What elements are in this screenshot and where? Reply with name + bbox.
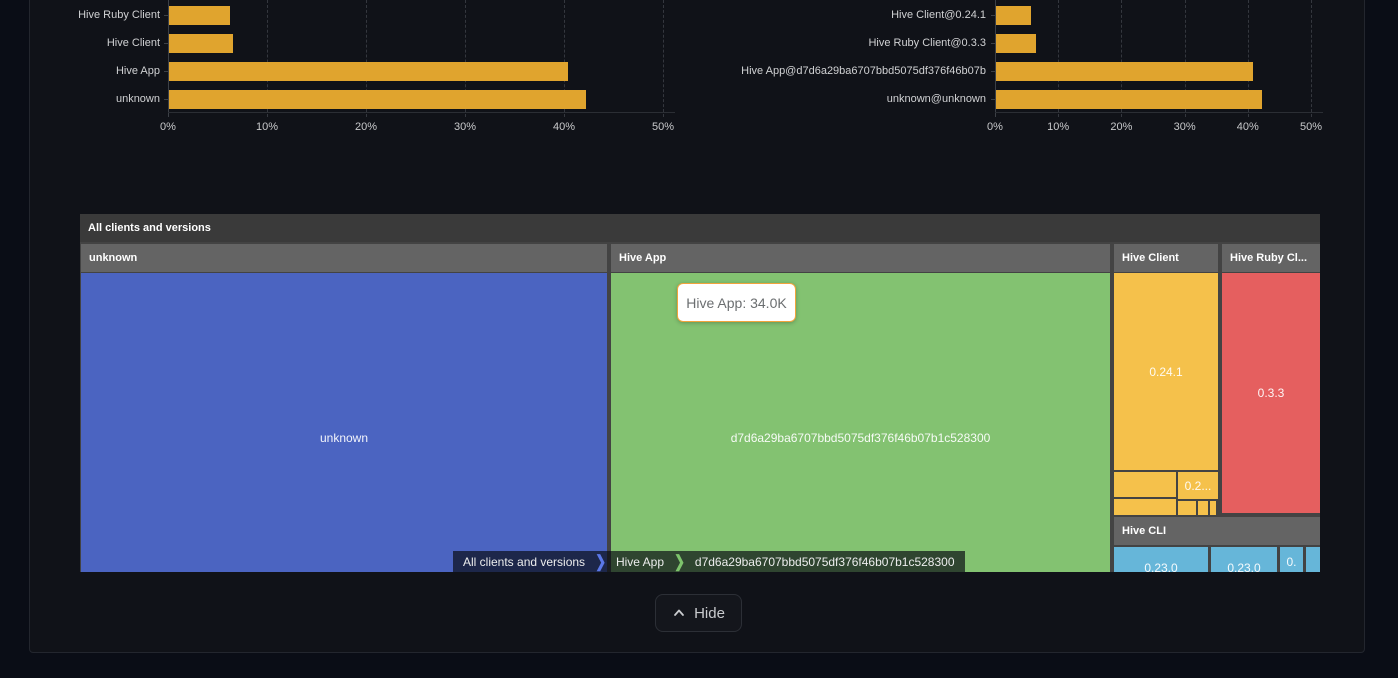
- treemap-node[interactable]: 0.3.3: [1222, 273, 1320, 513]
- x-tick-label: 30%: [440, 120, 490, 134]
- category-label: Hive Ruby Client@0.3.3: [566, 36, 986, 50]
- treemap-title-header[interactable]: All clients and versions: [80, 214, 1320, 242]
- x-tick-label: 0%: [143, 120, 193, 134]
- category-label: Hive App@d7d6a29ba6707bbd5075df376f46b07…: [566, 64, 986, 78]
- bar-charts-area: 0% 10% 20% 30% 40% 50% Hive Ruby Client Hive Cl…: [0, 0, 1398, 150]
- x-tick-label: 40%: [1223, 120, 1273, 134]
- treemap-node[interactable]: 0.23.0: [1114, 547, 1208, 572]
- x-tick-label: 20%: [1096, 120, 1146, 134]
- category-label: Hive Client@0.24.1: [566, 8, 986, 22]
- bar[interactable]: [169, 34, 233, 53]
- hide-button-label: Hide: [694, 605, 725, 622]
- category-label: unknown: [0, 92, 160, 106]
- treemap-group-header[interactable]: Hive Ruby Cl...: [1222, 244, 1320, 272]
- axis-tick: [164, 43, 168, 44]
- x-tick-label: 50%: [1286, 120, 1336, 134]
- axis-tick: [991, 15, 995, 16]
- x-tick-label: 10%: [1033, 120, 1083, 134]
- x-tick-label: 20%: [341, 120, 391, 134]
- bar[interactable]: [996, 6, 1031, 25]
- bar[interactable]: [169, 90, 586, 109]
- x-tick-label: 40%: [539, 120, 589, 134]
- treemap-node[interactable]: [1306, 547, 1320, 572]
- treemap-node[interactable]: [1114, 499, 1176, 515]
- axis-tick: [164, 71, 168, 72]
- x-tick-label: 0%: [970, 120, 1020, 134]
- x-axis-line: [168, 112, 675, 113]
- category-label: Hive Client: [0, 36, 160, 50]
- chevron-up-icon: [672, 606, 686, 620]
- gridline: [1311, 0, 1312, 117]
- tooltip-text: Hive App: 34.0K: [686, 295, 786, 311]
- treemap-group-header[interactable]: unknown: [81, 244, 607, 272]
- treemap-node[interactable]: [1114, 472, 1176, 497]
- x-axis-line: [995, 112, 1323, 113]
- treemap-node[interactable]: 0.: [1280, 547, 1303, 572]
- bar[interactable]: [996, 62, 1253, 81]
- treemap-node[interactable]: unknown: [81, 273, 607, 572]
- axis-tick: [991, 99, 995, 100]
- breadcrumb-item-hive-app[interactable]: Hive App: [606, 555, 674, 569]
- bar[interactable]: [169, 6, 230, 25]
- breadcrumb-item-root[interactable]: All clients and versions: [453, 555, 595, 569]
- chevron-right-icon: ❯: [595, 548, 606, 572]
- treemap-group-header[interactable]: Hive CLI: [1114, 517, 1320, 545]
- treemap-node[interactable]: [1178, 501, 1196, 515]
- treemap-chart[interactable]: All clients and versionsunknownunknownHi…: [80, 214, 1320, 572]
- bar[interactable]: [169, 62, 568, 81]
- category-label: unknown@unknown: [566, 92, 986, 106]
- breadcrumb-item-version-hash[interactable]: d7d6a29ba6707bbd5075df376f46b07b1c528300: [685, 555, 965, 569]
- treemap-node[interactable]: [1210, 501, 1216, 515]
- x-tick-label: 50%: [638, 120, 688, 134]
- category-label: Hive App: [0, 64, 160, 78]
- category-label: Hive Ruby Client: [0, 8, 160, 22]
- hide-button[interactable]: Hide: [655, 594, 742, 632]
- axis-tick: [991, 43, 995, 44]
- treemap-tooltip: Hive App: 34.0K: [677, 283, 796, 322]
- axis-tick: [164, 15, 168, 16]
- bar[interactable]: [996, 90, 1262, 109]
- treemap-node[interactable]: 0.24.1: [1114, 273, 1218, 470]
- x-tick-label: 10%: [242, 120, 292, 134]
- treemap-group-header[interactable]: Hive Client: [1114, 244, 1218, 272]
- axis-tick: [164, 99, 168, 100]
- treemap-group-header[interactable]: Hive App: [611, 244, 1110, 272]
- treemap-node[interactable]: 0.2...: [1178, 472, 1218, 499]
- axis-tick: [991, 71, 995, 72]
- treemap-node[interactable]: 0.23.0: [1211, 547, 1277, 572]
- breadcrumb: All clients and versions ❯ Hive App ❯ d7…: [453, 551, 965, 572]
- chevron-right-icon: ❯: [674, 548, 685, 572]
- x-tick-label: 30%: [1160, 120, 1210, 134]
- treemap-node[interactable]: [1198, 501, 1208, 515]
- bar[interactable]: [996, 34, 1036, 53]
